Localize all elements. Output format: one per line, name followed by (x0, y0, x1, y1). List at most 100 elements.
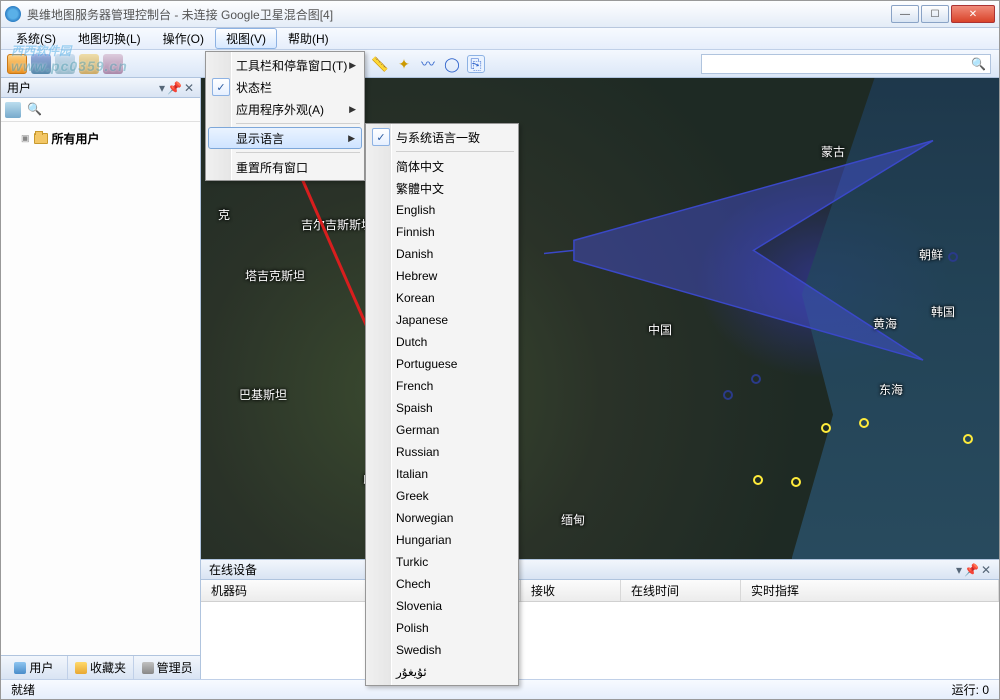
star-wand-icon[interactable]: ✦ (395, 55, 413, 73)
menu-0[interactable]: 系统(S) (5, 28, 67, 49)
lang-menu-item[interactable]: Danish (368, 243, 516, 265)
attach-icon[interactable]: ⎘ (467, 55, 485, 73)
maximize-button[interactable]: ☐ (921, 5, 949, 23)
polyline-icon[interactable]: 〰 (419, 55, 437, 73)
pin-icon[interactable]: 📌 (964, 563, 979, 577)
close-icon[interactable]: ✕ (184, 81, 194, 95)
device-column-header[interactable]: 实时指挥 (741, 580, 999, 601)
lang-menu-item[interactable]: Polish (368, 617, 516, 639)
toolbar-button[interactable] (55, 54, 75, 74)
panel-title: 用户 (7, 79, 31, 96)
menu-2[interactable]: 操作(O) (152, 28, 215, 49)
search-icon[interactable]: 🔍 (971, 57, 986, 71)
devices-body[interactable] (201, 602, 999, 679)
tree-root-item[interactable]: ▣ 所有用户 (7, 128, 194, 149)
status-left: 就绪 (11, 681, 35, 698)
lang-menu-item[interactable]: Slovenia (368, 595, 516, 617)
lang-menu-item[interactable]: Finnish (368, 221, 516, 243)
lang-menu-item[interactable]: Dutch (368, 331, 516, 353)
map-label: 塔吉克斯坦 (245, 267, 305, 284)
device-column-header[interactable]: 在线时间 (621, 580, 741, 601)
lang-menu-item[interactable]: German (368, 419, 516, 441)
lang-menu-item[interactable]: Italian (368, 463, 516, 485)
lang-menu-item[interactable]: Turkic (368, 551, 516, 573)
lang-menu-item[interactable]: Japanese (368, 309, 516, 331)
view-menu-item[interactable]: ✓状态栏 (208, 76, 362, 98)
device-column-header[interactable]: 接收 (521, 580, 621, 601)
map-marker[interactable] (751, 374, 761, 384)
map-toolbar: 📏 ✦ 〰 ◯ ⎘ 🔍 (371, 50, 991, 78)
lang-menu-item[interactable]: English (368, 199, 516, 221)
lang-menu-item[interactable]: ئۇيغۇر (368, 661, 516, 683)
lang-menu-item[interactable]: Portuguese (368, 353, 516, 375)
lang-menu-item[interactable]: Chech (368, 573, 516, 595)
close-icon[interactable]: ✕ (981, 563, 991, 577)
panel-header: 用户 ▾ 📌 ✕ (1, 78, 200, 98)
toolbar-button[interactable] (79, 54, 99, 74)
map-overlay (544, 126, 983, 415)
lang-menu-item[interactable]: Hungarian (368, 529, 516, 551)
map-marker[interactable] (859, 418, 869, 428)
toolbar-button[interactable] (103, 54, 123, 74)
lang-menu-item[interactable]: 繁體中文 (368, 177, 516, 199)
lang-menu-item[interactable]: Spaish (368, 397, 516, 419)
titlebar: 奥维地图服务器管理控制台 - 未连接 Google卫星混合图[4] — ☐ ✕ (1, 1, 999, 28)
panel-header-icons: ▾ 📌 ✕ (159, 81, 194, 95)
left-tabs: 用户 收藏夹 管理员 (1, 655, 200, 679)
chevron-down-icon[interactable]: ▾ (159, 81, 165, 95)
lang-menu-item[interactable]: Swedish (368, 639, 516, 661)
map-marker[interactable] (948, 252, 958, 262)
lang-menu-item[interactable]: Korean (368, 287, 516, 309)
lang-menu-item[interactable]: French (368, 375, 516, 397)
user-icon (14, 662, 26, 674)
devices-header: 在线设备 ▾ 📌 ✕ (201, 560, 999, 580)
lang-menu-item[interactable]: Hebrew (368, 265, 516, 287)
refresh-icon[interactable] (5, 102, 21, 118)
tab-favorites[interactable]: 收藏夹 (68, 656, 135, 679)
menu-4[interactable]: 帮助(H) (277, 28, 340, 49)
map-marker[interactable] (821, 423, 831, 433)
user-tree[interactable]: ▣ 所有用户 (1, 122, 200, 655)
folder-icon (34, 133, 48, 144)
map-label: 缅甸 (561, 511, 585, 528)
chevron-down-icon[interactable]: ▾ (956, 563, 962, 577)
lang-menu-item[interactable]: Russian (368, 441, 516, 463)
menu-1[interactable]: 地图切换(L) (67, 28, 152, 49)
view-menu-item[interactable]: 工具栏和停靠窗口(T)▶ (208, 54, 362, 76)
lang-menu-item[interactable]: 简体中文 (368, 155, 516, 177)
map-label: 吉尔吉斯斯坦 (301, 216, 373, 233)
tab-admin[interactable]: 管理员 (134, 656, 200, 679)
map-marker[interactable] (753, 475, 763, 485)
close-button[interactable]: ✕ (951, 5, 995, 23)
lang-menu-item[interactable]: Greek (368, 485, 516, 507)
map-label: 东海 (879, 381, 903, 398)
devices-title: 在线设备 (209, 561, 257, 578)
search-icon[interactable]: 🔍 (27, 102, 43, 118)
tab-users[interactable]: 用户 (1, 656, 68, 679)
view-menu[interactable]: 工具栏和停靠窗口(T)▶✓状态栏应用程序外观(A)▶ 显示语言▶ 重置所有窗口 (205, 51, 365, 181)
map-marker[interactable] (791, 477, 801, 487)
devices-panel: 在线设备 ▾ 📌 ✕ 机器码发送接收在线时间实时指挥 (201, 559, 999, 679)
devices-header-icons: ▾ 📌 ✕ (956, 563, 991, 577)
view-menu-item[interactable]: 重置所有窗口 (208, 156, 362, 178)
lang-menu-item[interactable]: ✓与系统语言一致 (368, 126, 516, 148)
view-menu-item[interactable]: 应用程序外观(A)▶ (208, 98, 362, 120)
toolbar-button[interactable] (31, 54, 51, 74)
window-buttons: — ☐ ✕ (891, 5, 995, 23)
app-icon (5, 6, 21, 22)
lang-menu-item[interactable]: Norwegian (368, 507, 516, 529)
language-submenu[interactable]: ✓与系统语言一致简体中文繁體中文EnglishFinnishDanishHebr… (365, 123, 519, 686)
circle-icon[interactable]: ◯ (443, 55, 461, 73)
ruler-icon[interactable]: 📏 (371, 55, 389, 73)
search-input[interactable]: 🔍 (701, 54, 991, 74)
map-label: 中国 (648, 321, 672, 338)
map-marker[interactable] (723, 390, 733, 400)
tree-root-label: 所有用户 (52, 130, 100, 147)
view-menu-item[interactable]: 显示语言▶ (208, 127, 362, 149)
pin-icon[interactable]: 📌 (167, 81, 182, 95)
toolbar-button[interactable] (7, 54, 27, 74)
map-marker[interactable] (963, 434, 973, 444)
expand-icon[interactable]: ▣ (21, 133, 30, 144)
minimize-button[interactable]: — (891, 5, 919, 23)
menu-3[interactable]: 视图(V) (215, 28, 277, 49)
